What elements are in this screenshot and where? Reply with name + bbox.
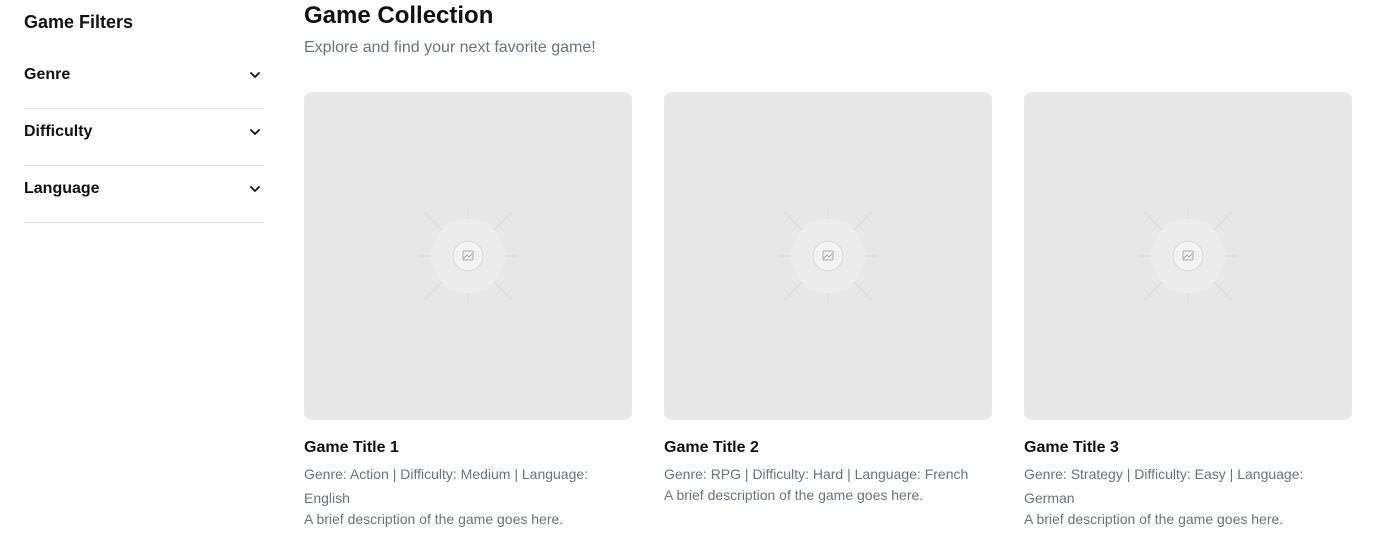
chevron-down-icon (250, 129, 260, 135)
game-card-meta: Genre: Action | Difficulty: Medium | Lan… (304, 466, 589, 506)
filter-genre[interactable]: Genre (24, 52, 264, 109)
game-card[interactable]: Game Title 3 Genre: Strategy | Difficult… (1024, 92, 1352, 527)
game-card-image[interactable] (664, 92, 992, 420)
game-card-details: Genre: RPG | Difficulty: Hard | Language… (664, 462, 992, 504)
image-placeholder-icon (420, 208, 516, 304)
game-card-description: A brief description of the game goes her… (664, 487, 924, 503)
game-card-details: Genre: Action | Difficulty: Medium | Lan… (304, 462, 632, 528)
game-card-image[interactable] (1024, 92, 1352, 420)
sidebar-title: Game Filters (24, 12, 134, 32)
page-subtitle: Explore and find your next favorite game… (304, 39, 596, 56)
game-card-title[interactable]: Game Title 3 (1024, 438, 1119, 458)
game-card-title[interactable]: Game Title 1 (304, 438, 399, 458)
chevron-down-icon (250, 72, 260, 78)
game-card-description: A brief description of the game goes her… (304, 511, 564, 527)
filter-genre-label: Genre (24, 66, 71, 83)
game-card-meta: Genre: Strategy | Difficulty: Easy | Lan… (1024, 466, 1304, 506)
game-card-meta: Genre: RPG | Difficulty: Hard | Language… (664, 466, 969, 482)
image-placeholder-icon (1140, 208, 1236, 304)
game-card-description: A brief description of the game goes her… (1024, 511, 1284, 527)
game-card[interactable]: Game Title 2 Genre: RPG | Difficulty: Ha… (664, 92, 992, 503)
chevron-down-icon (250, 186, 260, 192)
filter-language-label: Language (24, 180, 100, 197)
filter-difficulty[interactable]: Difficulty (24, 109, 264, 166)
game-card-details: Genre: Strategy | Difficulty: Easy | Lan… (1024, 462, 1352, 528)
filter-language[interactable]: Language (24, 166, 264, 223)
game-card-image[interactable] (304, 92, 632, 420)
game-card[interactable]: Game Title 1 Genre: Action | Difficulty:… (304, 92, 632, 527)
filter-difficulty-label: Difficulty (24, 123, 93, 140)
game-card-title[interactable]: Game Title 2 (664, 438, 759, 458)
image-placeholder-icon (780, 208, 876, 304)
page-title: Game Collection (304, 2, 494, 29)
